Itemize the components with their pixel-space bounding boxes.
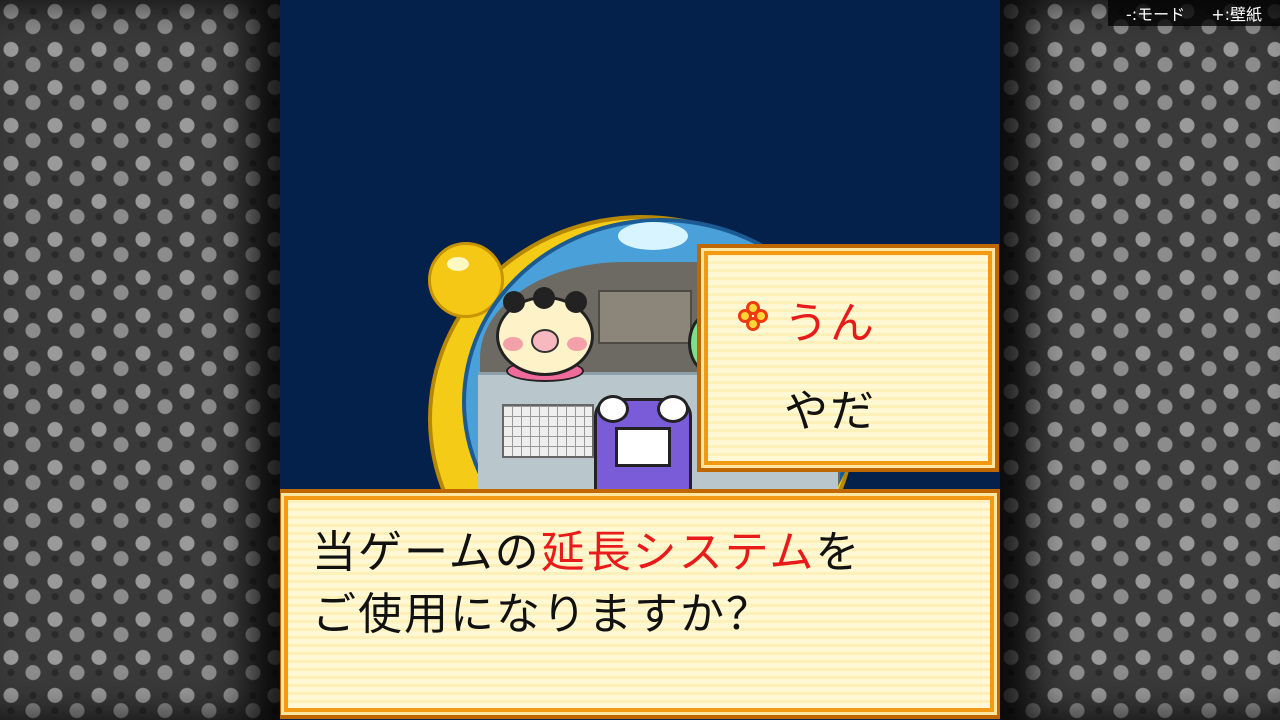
wallpaper-right — [1000, 0, 1280, 720]
message-line-2: ご使用になりますか？ — [312, 589, 772, 640]
choice-no[interactable]: やだ — [784, 375, 876, 439]
frog-character — [594, 395, 692, 504]
keyboard — [502, 404, 594, 458]
button-hint-bar: -:モード +:壁紙 — [1108, 0, 1280, 26]
pig-character — [496, 287, 594, 376]
pod-panel — [598, 290, 692, 344]
choice-menu: うん やだ — [701, 248, 995, 468]
pod-light — [618, 222, 688, 250]
choice-yes[interactable]: うん — [784, 287, 876, 351]
wallpaper-hint: +:壁紙 — [1211, 5, 1262, 24]
message-line-1: 当ゲームの延長システムを — [312, 516, 861, 580]
message-box: 当ゲームの延長システムを ご使用になりますか？ — [281, 493, 997, 715]
flower-cursor-icon — [738, 301, 768, 331]
game-screen: うん やだ 当ゲームの延長システムを ご使用になりますか？ — [280, 0, 1000, 720]
wallpaper-left — [0, 0, 280, 720]
message-line-1-post: を — [815, 527, 862, 578]
message-highlight: 延長システム — [540, 527, 816, 578]
message-line-1-pre: 当ゲームの — [312, 527, 541, 578]
mode-hint: -:モード — [1126, 5, 1186, 24]
